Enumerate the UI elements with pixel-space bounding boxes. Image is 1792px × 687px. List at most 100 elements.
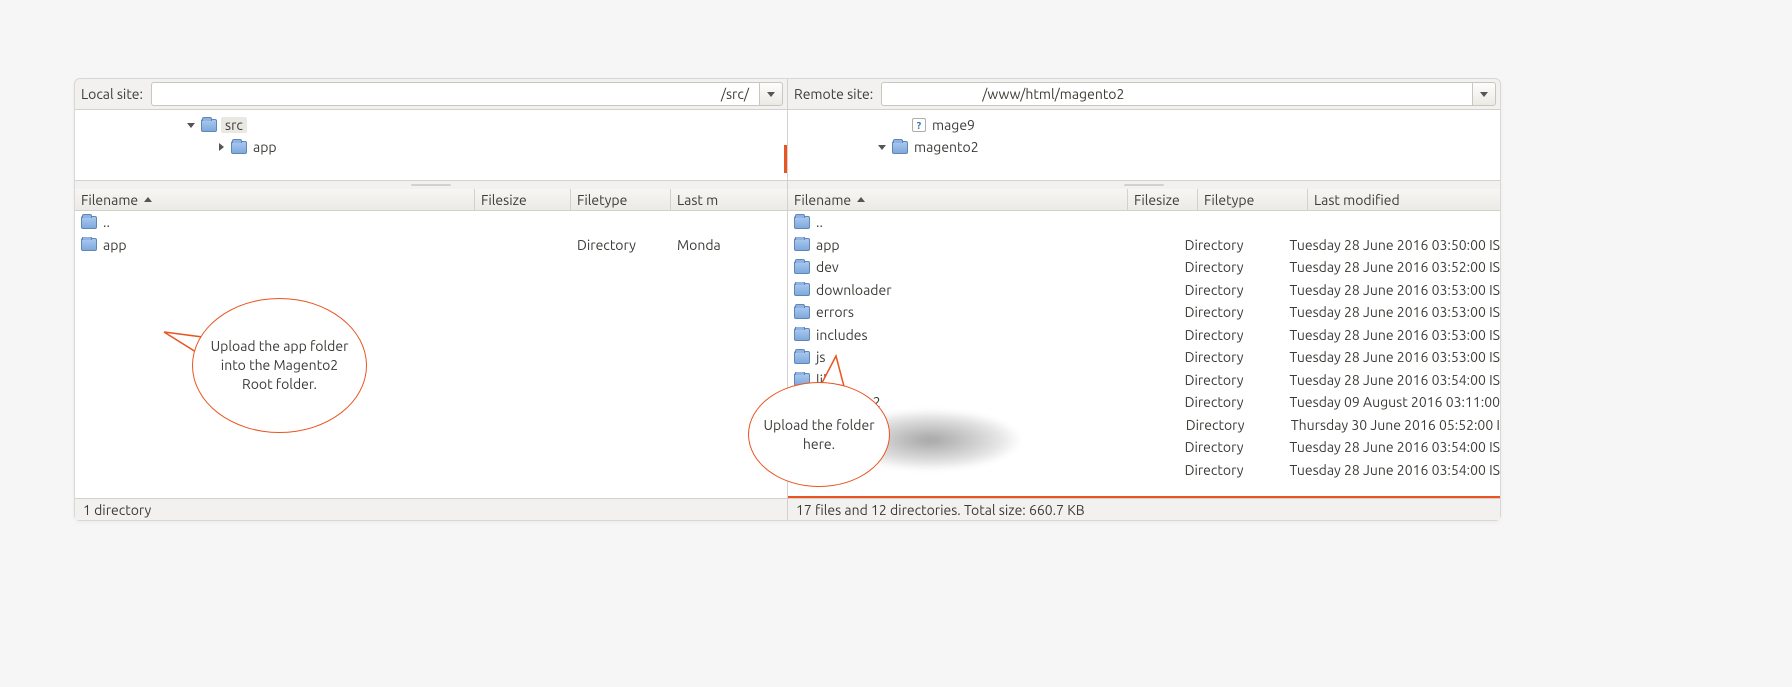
file-modified: Tuesday 28 June 2016 03:54:00 IS [1283, 462, 1500, 478]
folder-icon [794, 463, 810, 476]
file-row[interactable]: app Directory Tuesday 28 June 2016 03:50… [788, 234, 1500, 257]
file-modified: Tuesday 28 June 2016 03:54:00 IS [1283, 372, 1500, 388]
remote-site-field[interactable]: /www/html/magento2 [881, 82, 1496, 106]
folder-icon [794, 418, 810, 431]
folder-icon [794, 238, 810, 251]
file-modified: Tuesday 28 June 2016 03:52:00 IS [1283, 259, 1500, 275]
ftp-client-window: Local site: /src/ src app Filename Files… [74, 78, 1501, 521]
local-column-headers: Filename Filesize Filetype Last m [75, 189, 787, 211]
local-pane: Local site: /src/ src app Filename Files… [75, 79, 788, 520]
folder-icon [231, 141, 247, 154]
expander-icon[interactable] [185, 123, 197, 128]
folder-icon [81, 238, 97, 251]
folder-icon [794, 328, 810, 341]
file-name: magento2 [816, 394, 881, 410]
folder-icon [892, 141, 908, 154]
file-name: errors [816, 304, 854, 320]
file-type: Directory [1179, 327, 1284, 343]
folder-icon [794, 306, 810, 319]
remote-status-text: 17 files and 12 directories. Total size:… [796, 502, 1085, 518]
tree-item[interactable]: ? mage9 [788, 114, 1500, 136]
file-row[interactable]: lib Directory Tuesday 28 June 2016 03:54… [788, 369, 1500, 392]
file-modified: Tuesday 28 June 2016 03:50:00 IS [1283, 237, 1500, 253]
local-site-label: Local site: [79, 86, 145, 102]
file-type: Directory [1179, 259, 1284, 275]
file-row[interactable]: .. [75, 211, 787, 234]
remote-tree[interactable]: ? mage9 magento2 [788, 109, 1500, 181]
file-row[interactable]: magento2 Directory Tuesday 09 August 201… [788, 391, 1500, 414]
file-row[interactable]: includes Directory Tuesday 28 June 2016 … [788, 324, 1500, 347]
chevron-down-icon [1480, 92, 1488, 97]
local-file-list[interactable]: .. app Directory Monda [75, 211, 787, 498]
expander-icon[interactable] [876, 145, 888, 150]
file-name: .. [103, 214, 110, 230]
file-row[interactable]: .. [788, 211, 1500, 234]
local-status-bar: 1 directory [75, 498, 787, 520]
file-modified: Tuesday 28 June 2016 03:53:00 IS [1283, 327, 1500, 343]
remote-path-text: /www/html/magento2 [978, 86, 1124, 102]
pane-splitter[interactable] [788, 181, 1500, 189]
file-row[interactable]: errors Directory Tuesday 28 June 2016 03… [788, 301, 1500, 324]
file-type: Directory [1180, 417, 1285, 433]
file-row[interactable]: dev Directory Tuesday 28 June 2016 03:52… [788, 256, 1500, 279]
file-type: Directory [1179, 372, 1284, 388]
file-name: app [103, 237, 127, 253]
tree-item-label: magento2 [912, 139, 981, 155]
col-filename[interactable]: Filename [75, 189, 475, 210]
file-type: Directory [1179, 439, 1284, 455]
local-tree[interactable]: src app [75, 109, 787, 181]
file-modified: Tuesday 28 June 2016 03:54:00 IS [1283, 439, 1500, 455]
col-lastmodified[interactable]: Last m [671, 189, 787, 210]
local-path-dropdown[interactable] [759, 82, 783, 106]
file-name: downloader [816, 282, 892, 298]
tree-item-label: mage9 [930, 117, 977, 133]
folder-icon [794, 283, 810, 296]
col-filetype[interactable]: Filetype [571, 189, 671, 210]
file-modified: Tuesday 28 June 2016 03:53:00 IS [1283, 304, 1500, 320]
file-row[interactable]: js Directory Tuesday 28 June 2016 03:53:… [788, 346, 1500, 369]
folder-icon [794, 396, 810, 409]
file-name: lib [816, 372, 831, 388]
remote-site-bar: Remote site: /www/html/magento2 [788, 79, 1500, 109]
local-site-field[interactable]: /src/ [151, 82, 783, 106]
remote-column-headers: Filename Filesize Filetype Last modified [788, 189, 1500, 211]
tree-item-label: src [221, 117, 247, 133]
col-filesize[interactable]: Filesize [475, 189, 571, 210]
tree-item[interactable]: magento2 [788, 136, 1500, 158]
folder-icon [794, 351, 810, 364]
chevron-down-icon [767, 92, 775, 97]
local-site-bar: Local site: /src/ [75, 79, 787, 109]
col-filesize[interactable]: Filesize [1128, 189, 1198, 210]
folder-icon [201, 119, 217, 132]
expander-icon[interactable] [215, 143, 227, 151]
folder-icon [794, 373, 810, 386]
file-type: Directory [1179, 304, 1284, 320]
pane-splitter[interactable] [75, 181, 787, 189]
file-name: includes [816, 327, 868, 343]
file-modified: Tuesday 28 June 2016 03:53:00 IS [1283, 349, 1500, 365]
file-row[interactable]: app Directory Monda [75, 234, 787, 257]
folder-icon [81, 216, 97, 229]
file-type: Directory [1179, 349, 1284, 365]
file-name: dev [816, 259, 839, 275]
file-modified: Tuesday 09 August 2016 03:11:00 [1284, 394, 1501, 410]
col-filetype[interactable]: Filetype [1198, 189, 1308, 210]
remote-status-bar: 17 files and 12 directories. Total size:… [788, 498, 1500, 520]
remote-site-label: Remote site: [792, 86, 875, 102]
file-name: skin [816, 462, 841, 478]
local-status-text: 1 directory [83, 502, 151, 518]
file-row[interactable]: downloader Directory Tuesday 28 June 201… [788, 279, 1500, 302]
col-filename[interactable]: Filename [788, 189, 1128, 210]
file-modified: Thursday 30 June 2016 05:52:00 I [1285, 417, 1500, 433]
tree-item[interactable]: src [75, 114, 787, 136]
tree-item[interactable]: app [75, 136, 787, 158]
col-lastmodified[interactable]: Last modified [1308, 189, 1500, 210]
file-name: .. [816, 214, 823, 230]
file-type: Directory [1179, 462, 1284, 478]
file-name: app [816, 237, 840, 253]
remote-path-input[interactable]: /www/html/magento2 [881, 82, 1472, 106]
file-modified: Monda [671, 237, 787, 253]
local-path-input[interactable]: /src/ [151, 82, 759, 106]
local-path-text: /src/ [721, 86, 753, 102]
remote-path-dropdown[interactable] [1472, 82, 1496, 106]
